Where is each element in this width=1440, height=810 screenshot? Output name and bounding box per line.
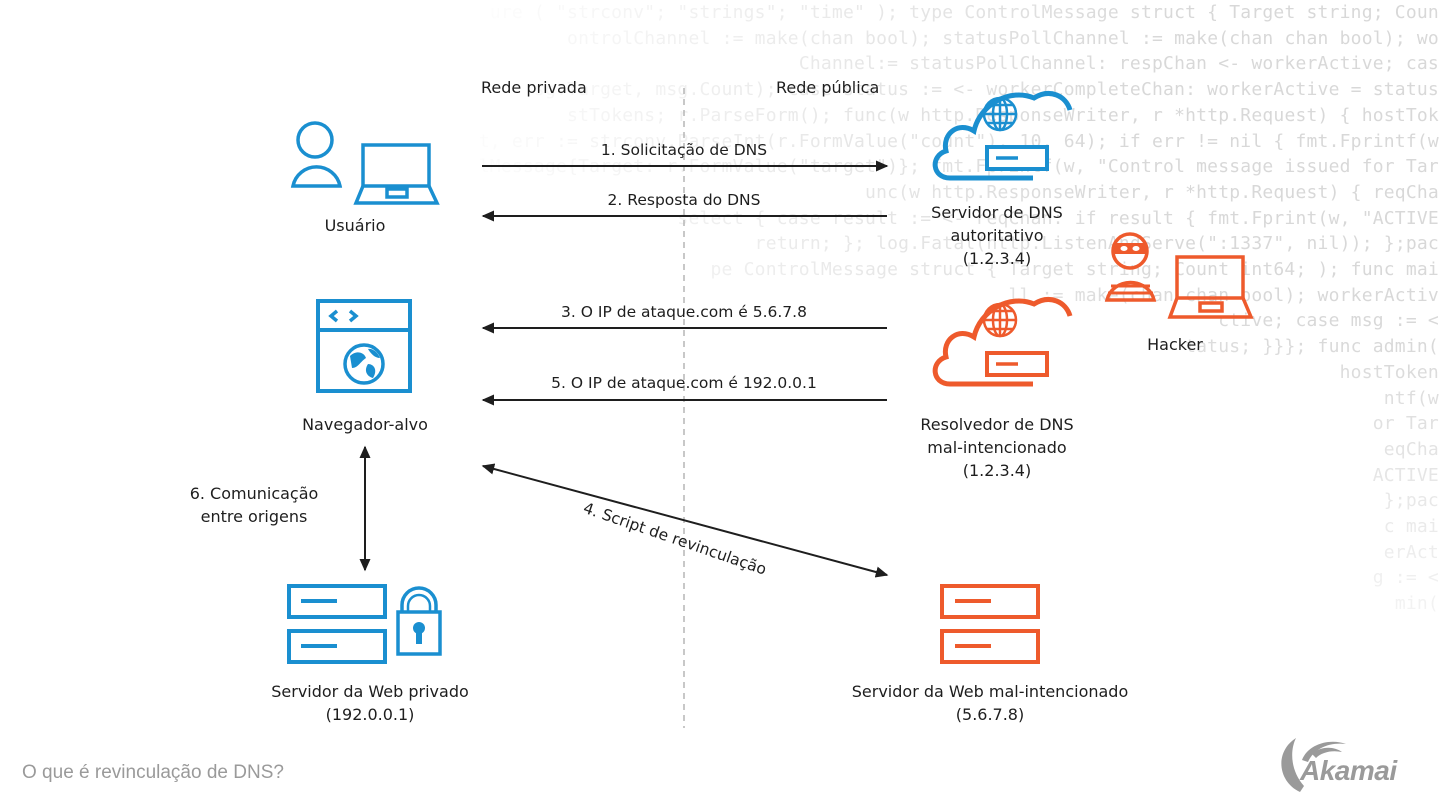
server-icon	[985, 145, 1049, 171]
auth-dns-name-line1: Servidor de DNS	[931, 203, 1063, 222]
node-label-browser: Navegador-alvo	[302, 415, 428, 434]
auth-dns-ip: (1.2.3.4)	[962, 249, 1032, 268]
arrow-label-ip-192: 5. O IP de ataque.com é 192.0.0.1	[551, 374, 817, 392]
arrow-label-dns-request: 1. Solicitação de DNS	[600, 141, 768, 159]
node-label-hacker: Hacker	[1147, 335, 1203, 354]
arrow-label-cross-origin-line1: 6. Comunicação	[189, 484, 319, 503]
server-stack-icon	[287, 584, 387, 664]
auth-dns-name-line2: autoritativo	[950, 226, 1044, 245]
globe-icon	[982, 96, 1018, 132]
malicious-web-ip: (5.6.7.8)	[955, 705, 1025, 724]
node-label-malicious-web: Servidor da Web mal-intencionado (5.6.7.…	[852, 680, 1129, 726]
server-stack-icon	[940, 584, 1040, 664]
private-web-name: Servidor da Web privado	[271, 682, 469, 701]
laptop-icon	[353, 143, 440, 205]
private-web-ip: (192.0.0.1)	[325, 705, 415, 724]
arrow-rebinding-script	[481, 463, 889, 578]
malicious-dns-ip: (1.2.3.4)	[962, 461, 1032, 480]
node-label-private-web: Servidor da Web privado (192.0.0.1)	[271, 680, 469, 726]
zone-label-public: Rede pública	[776, 78, 880, 97]
brand-logo: Akamai	[1300, 755, 1397, 786]
node-label-auth-dns: Servidor de DNS autoritativo (1.2.3.4)	[931, 201, 1063, 270]
browser-globe-icon	[316, 299, 412, 393]
laptop-icon	[1167, 255, 1254, 319]
globe-icon	[982, 302, 1018, 338]
masked-hacker-icon	[1104, 232, 1157, 302]
arrow-label-cross-origin: 6. Comunicação entre origens	[190, 482, 319, 528]
node-label-user: Usuário	[324, 216, 386, 235]
footer-title: O que é revinculação de DNS?	[22, 762, 284, 783]
malicious-dns-name-line1: Resolvedor de DNS	[920, 415, 1074, 434]
node-label-malicious-dns: Resolvedor de DNS mal-intencionado (1.2.…	[920, 413, 1073, 482]
zone-label-private: Rede privada	[481, 78, 587, 97]
arrow-label-ip-5678: 3. O IP de ataque.com é 5.6.7.8	[561, 303, 807, 321]
arrow-label-cross-origin-line2: entre origens	[200, 507, 308, 526]
person-icon	[290, 121, 343, 188]
diagram-canvas	[287, 88, 1254, 728]
malicious-dns-name-line2: mal-intencionado	[927, 438, 1067, 457]
arrow-label-dns-response: 2. Resposta do DNS	[607, 191, 761, 209]
padlock-icon	[396, 586, 442, 656]
server-icon	[985, 351, 1049, 377]
malicious-web-name: Servidor da Web mal-intencionado	[851, 682, 1129, 701]
